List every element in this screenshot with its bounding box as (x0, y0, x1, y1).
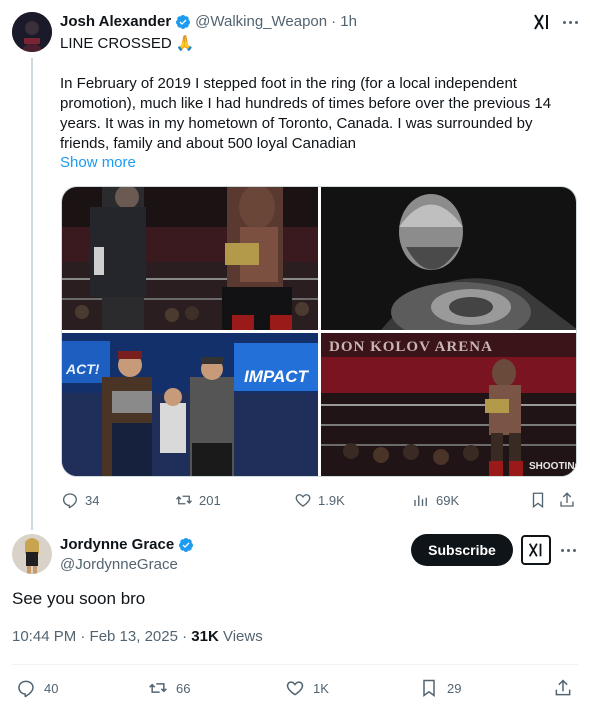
reply-bookmark-count: 29 (447, 680, 462, 696)
quoted-share-button[interactable] (558, 491, 576, 509)
josh-post-headline: LINE CROSSED 🙏 (60, 35, 195, 52)
reply-repost-button[interactable]: 66 (148, 678, 190, 698)
reply-like-count: 1K (313, 680, 329, 696)
thread-line (31, 58, 33, 530)
media-grid: ACT! IMPACT DON KOLOV ARENA SHOOTING (61, 186, 577, 477)
quoted-like-button[interactable]: 1.9K (294, 491, 345, 509)
impact-logo-right: IMPACT (244, 367, 308, 386)
media-image-arena[interactable]: DON KOLOV ARENA SHOOTING (321, 333, 576, 476)
quoted-like-count: 1.9K (318, 492, 345, 508)
media-image-ring-interview[interactable] (62, 187, 318, 330)
josh-post-body: In February of 2019 I stepped foot in th… (60, 75, 552, 152)
quoted-views-button[interactable]: 69K (412, 491, 459, 509)
media-image-impact-stage[interactable]: ACT! IMPACT (62, 333, 318, 476)
verified-badge-icon (176, 14, 191, 29)
josh-handle[interactable]: @Walking_Weapon (195, 13, 327, 30)
media-image-portrait[interactable] (321, 187, 576, 330)
josh-author-name[interactable]: Josh Alexander (60, 13, 171, 30)
quoted-repost-button[interactable]: 201 (175, 491, 221, 509)
verified-badge-icon (179, 537, 194, 552)
share-icon (555, 679, 571, 696)
more-options-icon[interactable] (558, 542, 578, 558)
grok-icon[interactable] (521, 535, 551, 565)
jordynne-avatar[interactable] (12, 534, 52, 574)
repost-icon (149, 683, 167, 693)
josh-post-time[interactable]: · 1h (331, 13, 357, 30)
bookmark-icon (423, 679, 435, 697)
show-more-link[interactable]: Show more (60, 154, 136, 171)
impact-logo-left: ACT! (66, 361, 100, 377)
reply-share-button[interactable] (553, 678, 573, 698)
quoted-views-count: 69K (436, 492, 460, 508)
quoted-reply-count: 34 (85, 492, 100, 508)
josh-avatar[interactable] (12, 12, 52, 52)
reply-icon (62, 493, 77, 509)
jordynne-author-name[interactable]: Jordynne Grace (60, 536, 174, 553)
photo-watermark: SHOOTING (529, 461, 576, 472)
reply-meta: 10:44 PM · Feb 13, 2025 · 31K Views (12, 628, 263, 645)
subscribe-button[interactable]: Subscribe (411, 534, 513, 566)
arena-banner-text: DON KOLOV ARENA (329, 339, 493, 355)
reply-like-button[interactable]: 1K (285, 678, 329, 698)
reply-views-label: Views (222, 628, 263, 645)
more-options-icon[interactable] (560, 14, 580, 30)
reply-views-count: 31K (191, 628, 219, 645)
bookmark-icon (532, 492, 544, 509)
heart-icon (286, 681, 304, 696)
reply-body: See you soon bro (12, 589, 146, 608)
grok-icon[interactable] (532, 12, 552, 32)
heart-icon (295, 494, 311, 507)
quoted-repost-count: 201 (199, 492, 221, 508)
reply-timestamp[interactable]: 10:44 PM · Feb 13, 2025 · (12, 628, 187, 645)
analytics-icon (414, 495, 427, 506)
reply-repost-count: 66 (176, 680, 191, 696)
reply-bookmark-button[interactable]: 29 (419, 678, 461, 698)
quoted-reply-button[interactable]: 34 (61, 491, 99, 509)
reply-icon (18, 680, 34, 698)
divider (12, 664, 578, 665)
reply-reply-count: 40 (44, 680, 59, 696)
reply-reply-button[interactable]: 40 (16, 678, 58, 698)
share-icon (560, 492, 574, 507)
quoted-bookmark-button[interactable] (529, 491, 547, 509)
repost-icon (176, 495, 192, 505)
jordynne-handle[interactable]: @JordynneGrace (60, 556, 178, 573)
